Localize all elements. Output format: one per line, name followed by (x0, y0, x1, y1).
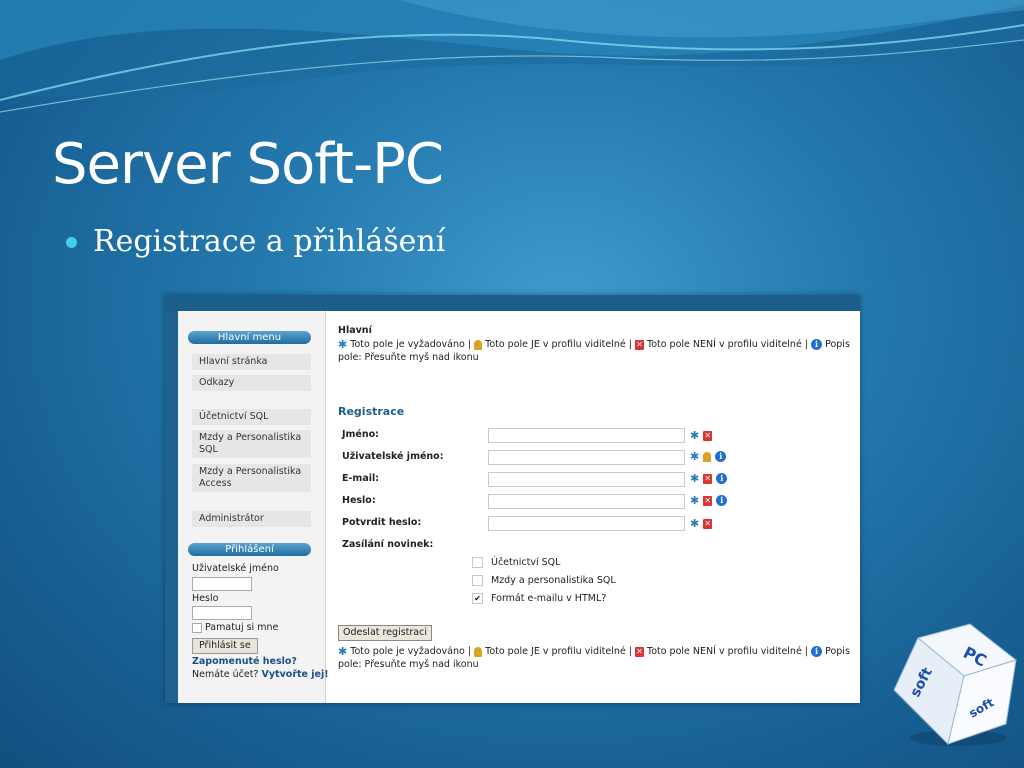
field-label-name: Jméno: (342, 429, 379, 440)
not-visible-icon: ✕ (703, 518, 713, 529)
screenshot-header-bar (165, 295, 860, 311)
confirm-password-field-icons: ✱ ✕ (690, 517, 713, 530)
forgot-password-link[interactable]: Zapomenuté heslo? (192, 656, 297, 667)
required-icon: ✱ (690, 450, 700, 463)
bullet-item: Registrace a přihlášení (66, 224, 445, 259)
not-visible-icon: ✕ (634, 339, 644, 350)
embedded-screenshot: Hlavní menu Hlavní stránka Odkazy Účetni… (165, 295, 860, 703)
newsletter-option-accounting[interactable]: Účetnictví SQL (472, 557, 560, 568)
slide-title: Server Soft-PC (52, 132, 444, 197)
not-visible-icon: ✕ (634, 646, 644, 657)
field-label-confirm-password: Potvrdit heslo: (342, 517, 422, 528)
password-label: Heslo (192, 593, 219, 604)
newsletter-option-label: Formát e-mailu v HTML? (491, 593, 607, 604)
required-icon: ✱ (690, 472, 700, 485)
login-username-input[interactable] (192, 577, 252, 591)
legend-top: ✱ Toto pole je vyžadováno | Toto pole JE… (338, 338, 850, 364)
name-input[interactable] (488, 428, 685, 443)
submit-registration-button[interactable]: Odeslat registraci (338, 625, 432, 641)
info-icon: i (811, 646, 823, 657)
newsletter-label: Zasílání novinek: (342, 539, 434, 550)
visible-icon (474, 339, 483, 350)
sidebar-item-admin[interactable]: Administrátor (192, 511, 311, 527)
legend-visible: Toto pole JE v profilu viditelné | (485, 339, 632, 350)
login-heading: Přihlášení (188, 543, 311, 556)
legend-visible: Toto pole JE v profilu viditelné | (485, 646, 632, 657)
required-icon: ✱ (338, 338, 348, 351)
field-label-email: E-mail: (342, 473, 380, 484)
legend-not-visible: Toto pole NENÍ v profilu viditelné | (647, 646, 809, 657)
login-button[interactable]: Přihlásit se (192, 638, 258, 654)
username-input[interactable] (488, 450, 685, 465)
no-account-row: Nemáte účet? Vytvořte jej! (192, 669, 329, 680)
bullet-text: Registrace a přihlášení (93, 224, 446, 259)
login-password-input[interactable] (192, 606, 252, 620)
field-label-password: Heslo: (342, 495, 376, 506)
registration-title: Registrace (338, 405, 405, 418)
newsletter-option-html[interactable]: ✔ Formát e-mailu v HTML? (472, 593, 606, 604)
required-icon: ✱ (338, 645, 348, 658)
newsletter-checkbox-payroll[interactable] (472, 575, 483, 586)
info-icon[interactable]: i (716, 473, 728, 484)
newsletter-option-label: Mzdy a personalistika SQL (491, 575, 616, 586)
sidebar-item-payroll-sql[interactable]: Mzdy a Personalistika SQL (192, 430, 311, 458)
main-menu-heading: Hlavní menu (188, 331, 311, 344)
main-content: Hlavní ✱ Toto pole je vyžadováno | Toto … (326, 311, 860, 703)
username-field-icons: ✱ i (690, 450, 727, 463)
sidebar-item-links[interactable]: Odkazy (192, 375, 311, 391)
sidebar-item-home[interactable]: Hlavní stránka (192, 354, 311, 370)
newsletter-option-label: Účetnictví SQL (491, 557, 561, 568)
legend-required: Toto pole je vyžadováno | (350, 339, 472, 350)
bullet-dot-icon (66, 237, 77, 248)
required-icon: ✱ (690, 517, 700, 530)
sidebar-item-payroll-access[interactable]: Mzdy a Personalistika Access (192, 464, 311, 492)
legend-required: Toto pole je vyžadováno | (350, 646, 472, 657)
remember-row[interactable]: Pamatuj si mne (192, 622, 278, 633)
remember-checkbox[interactable] (192, 622, 202, 633)
field-label-username: Uživatelské jméno: (342, 451, 444, 462)
info-icon[interactable]: i (716, 495, 728, 506)
password-field-icons: ✱ ✕ i (690, 494, 728, 507)
page-heading: Hlavní (338, 325, 372, 336)
legend-bottom: ✱ Toto pole je vyžadováno | Toto pole JE… (338, 645, 850, 671)
email-field-icons: ✱ ✕ i (690, 472, 728, 485)
username-label: Uživatelské jméno (192, 563, 279, 574)
visible-icon (703, 451, 712, 462)
name-field-icons: ✱ ✕ (690, 429, 713, 442)
not-visible-icon: ✕ (703, 430, 713, 441)
legend-not-visible: Toto pole NENÍ v profilu viditelné | (647, 339, 809, 350)
screenshot-left-frame (165, 311, 178, 703)
info-icon: i (811, 339, 823, 350)
visible-icon (474, 646, 483, 657)
required-icon: ✱ (690, 429, 700, 442)
confirm-password-input[interactable] (488, 516, 685, 531)
newsletter-checkbox-html[interactable]: ✔ (472, 593, 483, 604)
info-icon[interactable]: i (715, 451, 727, 462)
required-icon: ✱ (690, 494, 700, 507)
remember-label: Pamatuj si mne (205, 622, 279, 633)
newsletter-option-payroll[interactable]: Mzdy a personalistika SQL (472, 575, 616, 586)
email-input[interactable] (488, 472, 685, 487)
sidebar: Hlavní menu Hlavní stránka Odkazy Účetni… (178, 311, 329, 703)
not-visible-icon: ✕ (703, 495, 713, 506)
soft-pc-cube-logo: PC soft soft (893, 623, 1018, 746)
create-account-link[interactable]: Vytvořte jej! (262, 669, 329, 680)
sidebar-item-accounting-sql[interactable]: Účetnictví SQL (192, 409, 311, 425)
newsletter-checkbox-accounting[interactable] (472, 557, 483, 568)
no-account-text: Nemáte účet? (192, 669, 259, 680)
decorative-waves (0, 0, 1024, 113)
not-visible-icon: ✕ (703, 473, 713, 484)
password-input[interactable] (488, 494, 685, 509)
